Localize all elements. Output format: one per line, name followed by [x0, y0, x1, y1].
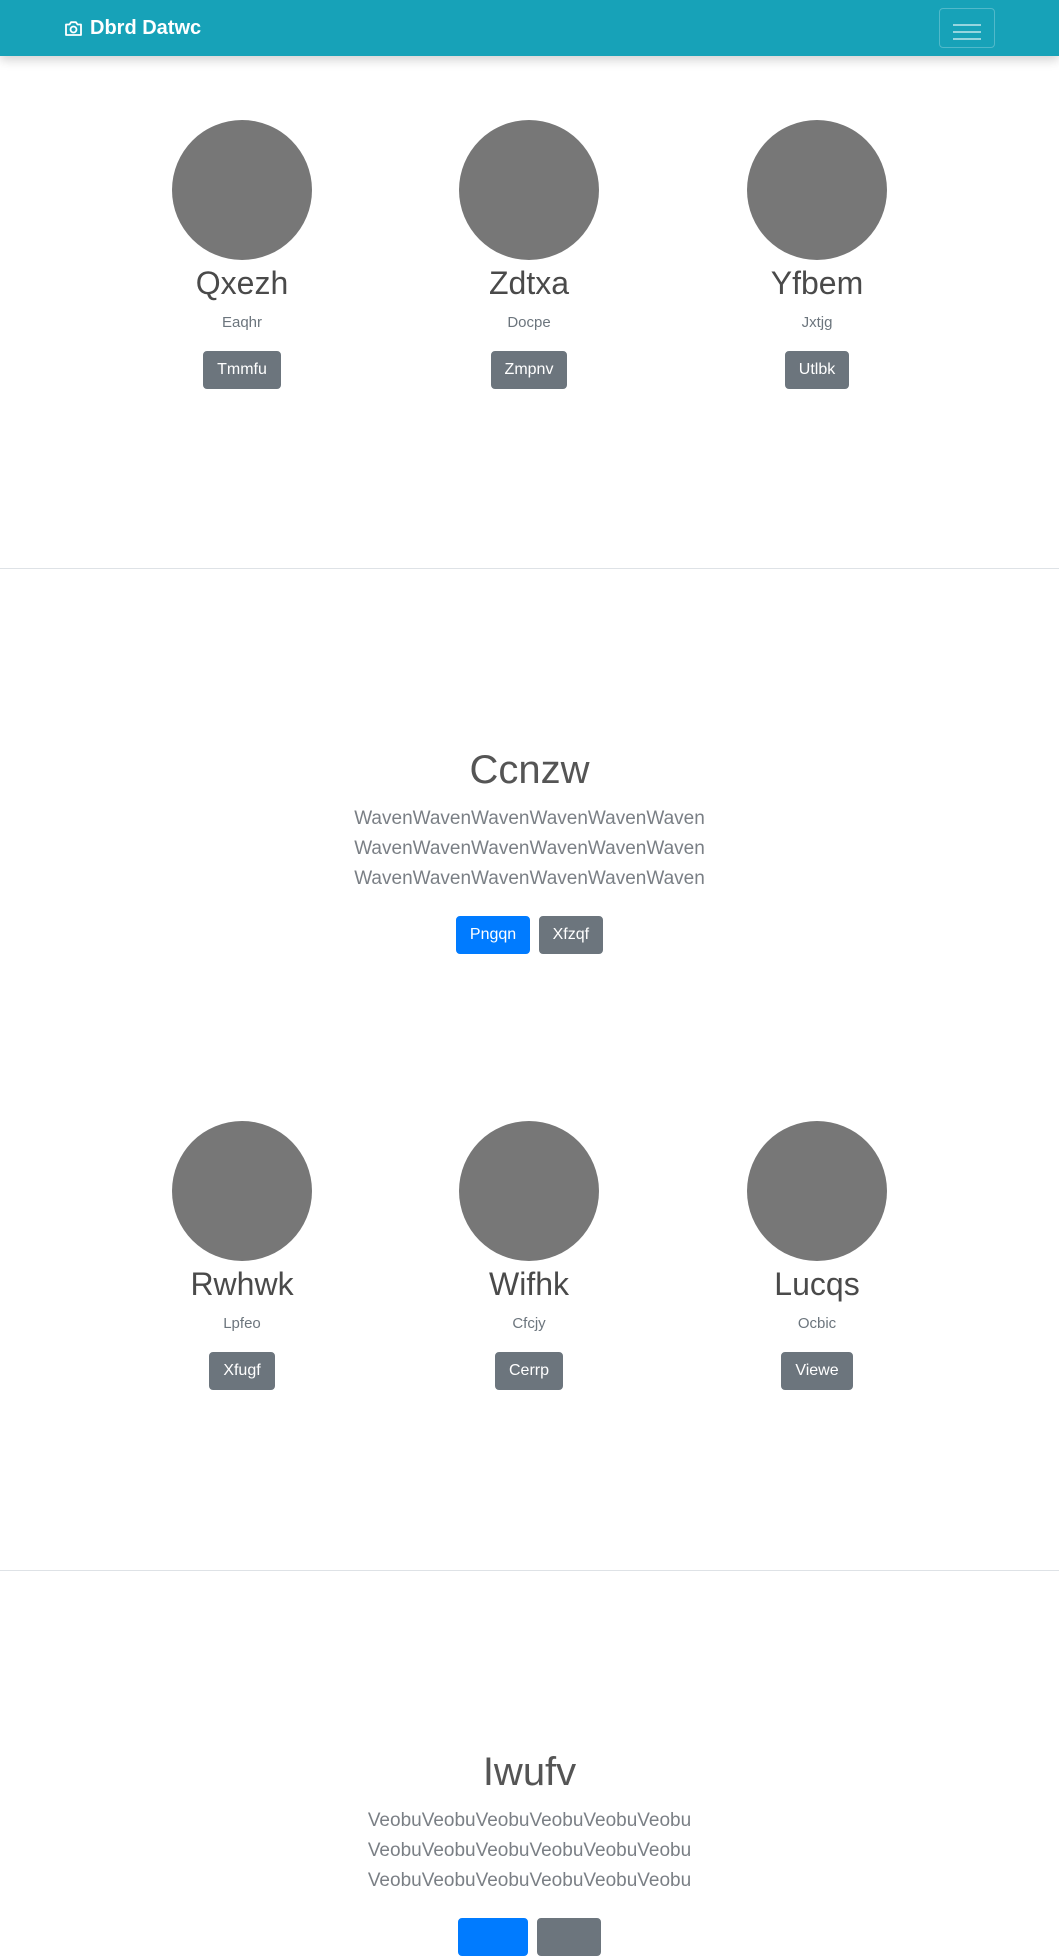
member-role: Lpfeo — [223, 1315, 261, 1332]
member-name: Zdtxa — [488, 265, 570, 301]
team-member-card: Yfbem Jxtjg Utlbk — [677, 120, 957, 389]
avatar — [459, 1121, 599, 1261]
brand-name: Dbrd Datwc — [90, 17, 202, 39]
section-divider — [0, 568, 1059, 569]
member-name: Wifhk — [489, 1266, 569, 1302]
primary-action-button[interactable] — [458, 1918, 529, 1956]
team-member-card: Zdtxa Docpe Zmpnv — [389, 120, 669, 389]
member-name: Yfbem — [770, 265, 864, 301]
hamburger-menu-icon — [953, 23, 981, 40]
avatar — [747, 120, 887, 260]
jumbotron: Ccnzw WavenWavenWavenWavenWavenWaven Wav… — [0, 746, 1059, 954]
section-divider — [0, 1570, 1059, 1571]
camera-icon — [65, 20, 82, 36]
member-role: Ocbic — [797, 1315, 837, 1332]
jumbotron-title: Iwufv — [482, 1750, 577, 1794]
jumbotron: Iwufv VeobuVeobuVeobuVeobuVeobuVeobu Veo… — [0, 1748, 1059, 1956]
primary-action-button[interactable]: Pngqn — [455, 916, 531, 954]
member-action-button[interactable]: Utlbk — [784, 351, 850, 389]
avatar — [459, 120, 599, 260]
member-role: Jxtjg — [801, 314, 833, 331]
jumbotron-text-line: WavenWavenWavenWavenWavenWaven — [354, 868, 705, 889]
avatar — [172, 120, 312, 260]
jumbotron-text-line: VeobuVeobuVeobuVeobuVeobuVeobu — [367, 1870, 692, 1891]
team-member-card: Rwhwk Lpfeo Xfugf — [102, 1121, 382, 1390]
member-name: Qxezh — [195, 265, 289, 301]
member-name: Lucqs — [774, 1266, 860, 1302]
member-action-button[interactable]: Tmmfu — [203, 351, 281, 389]
navbar-brand[interactable]: Dbrd Datwc — [64, 15, 201, 41]
secondary-action-button[interactable] — [536, 1918, 601, 1956]
jumbotron-text: VeobuVeobuVeobuVeobuVeobuVeobu VeobuVeob… — [0, 1806, 1059, 1896]
member-role: Docpe — [507, 314, 551, 331]
jumbotron-text-line: WavenWavenWavenWavenWavenWaven — [354, 808, 705, 829]
navbar: Dbrd Datwc — [0, 0, 1059, 56]
jumbotron-buttons — [0, 1918, 1059, 1956]
team-member-card: Qxezh Eaqhr Tmmfu — [102, 120, 382, 389]
member-action-button[interactable]: Viewe — [781, 1352, 853, 1390]
team-member-card: Wifhk Cfcjy Cerrp — [389, 1121, 669, 1390]
jumbotron-text: WavenWavenWavenWavenWavenWaven WavenWave… — [0, 804, 1059, 894]
team-member-card: Lucqs Ocbic Viewe — [677, 1121, 957, 1390]
jumbotron-title: Ccnzw — [469, 748, 590, 792]
member-name: Rwhwk — [190, 1266, 294, 1302]
jumbotron-text-line: WavenWavenWavenWavenWavenWaven — [354, 838, 705, 859]
avatar — [172, 1121, 312, 1261]
jumbotron-text-line: VeobuVeobuVeobuVeobuVeobuVeobu — [367, 1840, 692, 1861]
member-action-button[interactable]: Zmpnv — [490, 351, 568, 389]
member-action-button[interactable]: Cerrp — [494, 1352, 563, 1390]
menu-toggle-button[interactable] — [939, 8, 995, 48]
secondary-action-button[interactable]: Xfzqf — [538, 916, 604, 954]
jumbotron-buttons: Pngqn Xfzqf — [0, 916, 1059, 954]
member-role: Eaqhr — [221, 314, 263, 331]
jumbotron-text-line: VeobuVeobuVeobuVeobuVeobuVeobu — [367, 1810, 692, 1831]
member-role: Cfcjy — [512, 1315, 546, 1332]
avatar — [747, 1121, 887, 1261]
member-action-button[interactable]: Xfugf — [209, 1352, 275, 1390]
